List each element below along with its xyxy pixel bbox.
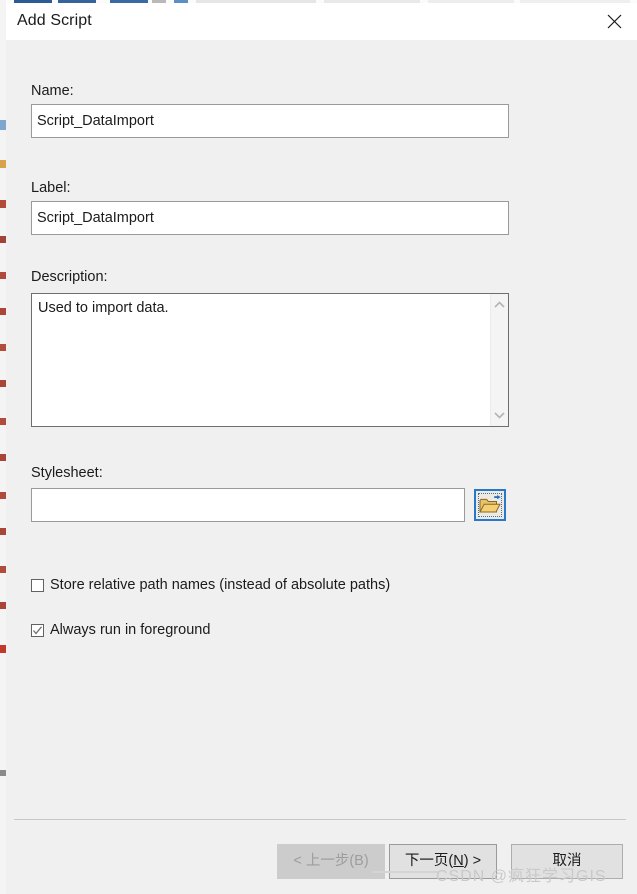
add-script-dialog: Add Script Name: Label: Description: U — [6, 3, 637, 894]
label-label: Label: — [31, 180, 71, 196]
scroll-down-icon[interactable] — [491, 407, 508, 424]
browse-stylesheet-button[interactable] — [474, 489, 506, 521]
back-button[interactable]: < 上一步(B) — [277, 844, 385, 879]
name-label: Name: — [31, 83, 74, 99]
screen: Add Script Name: Label: Description: U — [0, 0, 637, 894]
label-input[interactable] — [31, 201, 509, 235]
close-icon — [607, 14, 622, 29]
footer-separator — [14, 819, 626, 820]
description-textarea[interactable]: Used to import data. — [31, 293, 509, 427]
watermark: CSDN @疯狂学习GIS — [436, 868, 607, 885]
name-input[interactable] — [31, 104, 509, 138]
title-bar: Add Script — [6, 3, 637, 41]
page-title: Add Script — [17, 12, 92, 29]
description-label: Description: — [31, 269, 108, 285]
close-button[interactable] — [591, 3, 637, 40]
checkbox-always-run-foreground[interactable]: Always run in foreground — [31, 622, 210, 638]
checkbox-box — [31, 623, 44, 637]
checkbox-label: Store relative path names (instead of ab… — [50, 577, 391, 593]
stylesheet-input[interactable] — [31, 488, 465, 522]
open-folder-icon — [479, 495, 501, 515]
description-text: Used to import data. — [38, 300, 169, 316]
watermark-line — [372, 871, 438, 873]
checkbox-store-relative-paths[interactable]: Store relative path names (instead of ab… — [31, 577, 390, 593]
dialog-body: Name: Label: Description: Used to import… — [6, 40, 637, 894]
description-scrollbar[interactable] — [490, 294, 508, 426]
scroll-up-icon[interactable] — [491, 296, 508, 313]
checkbox-box — [31, 578, 44, 592]
stylesheet-label: Stylesheet: — [31, 465, 103, 481]
checkbox-label: Always run in foreground — [50, 622, 211, 638]
